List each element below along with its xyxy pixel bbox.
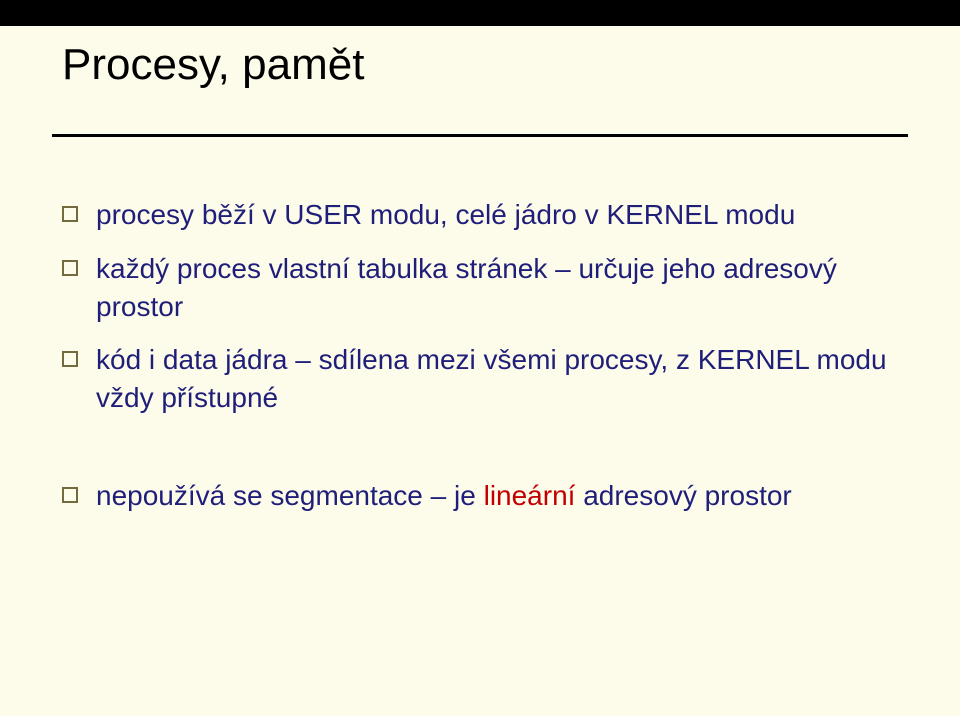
bullet-text-prefix: nepoužívá se segmentace – je <box>96 480 484 511</box>
bullet-text-highlight: lineární <box>484 480 576 511</box>
bullet-item: nepoužívá se segmentace – je lineární ad… <box>62 477 898 515</box>
bullet-text: kód i data jádra – sdílena mezi všemi pr… <box>96 341 898 417</box>
bullet-text-suffix: adresový prostor <box>575 480 791 511</box>
bullet-item: procesy běží v USER modu, celé jádro v K… <box>62 196 898 234</box>
bullet-text: nepoužívá se segmentace – je lineární ad… <box>96 477 792 515</box>
bullet-text: každý proces vlastní tabulka stránek – u… <box>96 250 898 326</box>
bullet-square-icon <box>62 351 78 367</box>
bullet-square-icon <box>62 260 78 276</box>
slide-content: procesy běží v USER modu, celé jádro v K… <box>62 196 898 531</box>
slide-title: Procesy, pamět <box>62 40 364 90</box>
slide: Procesy, pamět procesy běží v USER modu,… <box>0 0 960 716</box>
title-rule <box>52 134 908 137</box>
bullet-square-icon <box>62 206 78 222</box>
bullet-item: každý proces vlastní tabulka stránek – u… <box>62 250 898 326</box>
bullet-text: procesy běží v USER modu, celé jádro v K… <box>96 196 795 234</box>
bullet-square-icon <box>62 487 78 503</box>
bullet-item: kód i data jádra – sdílena mezi všemi pr… <box>62 341 898 417</box>
